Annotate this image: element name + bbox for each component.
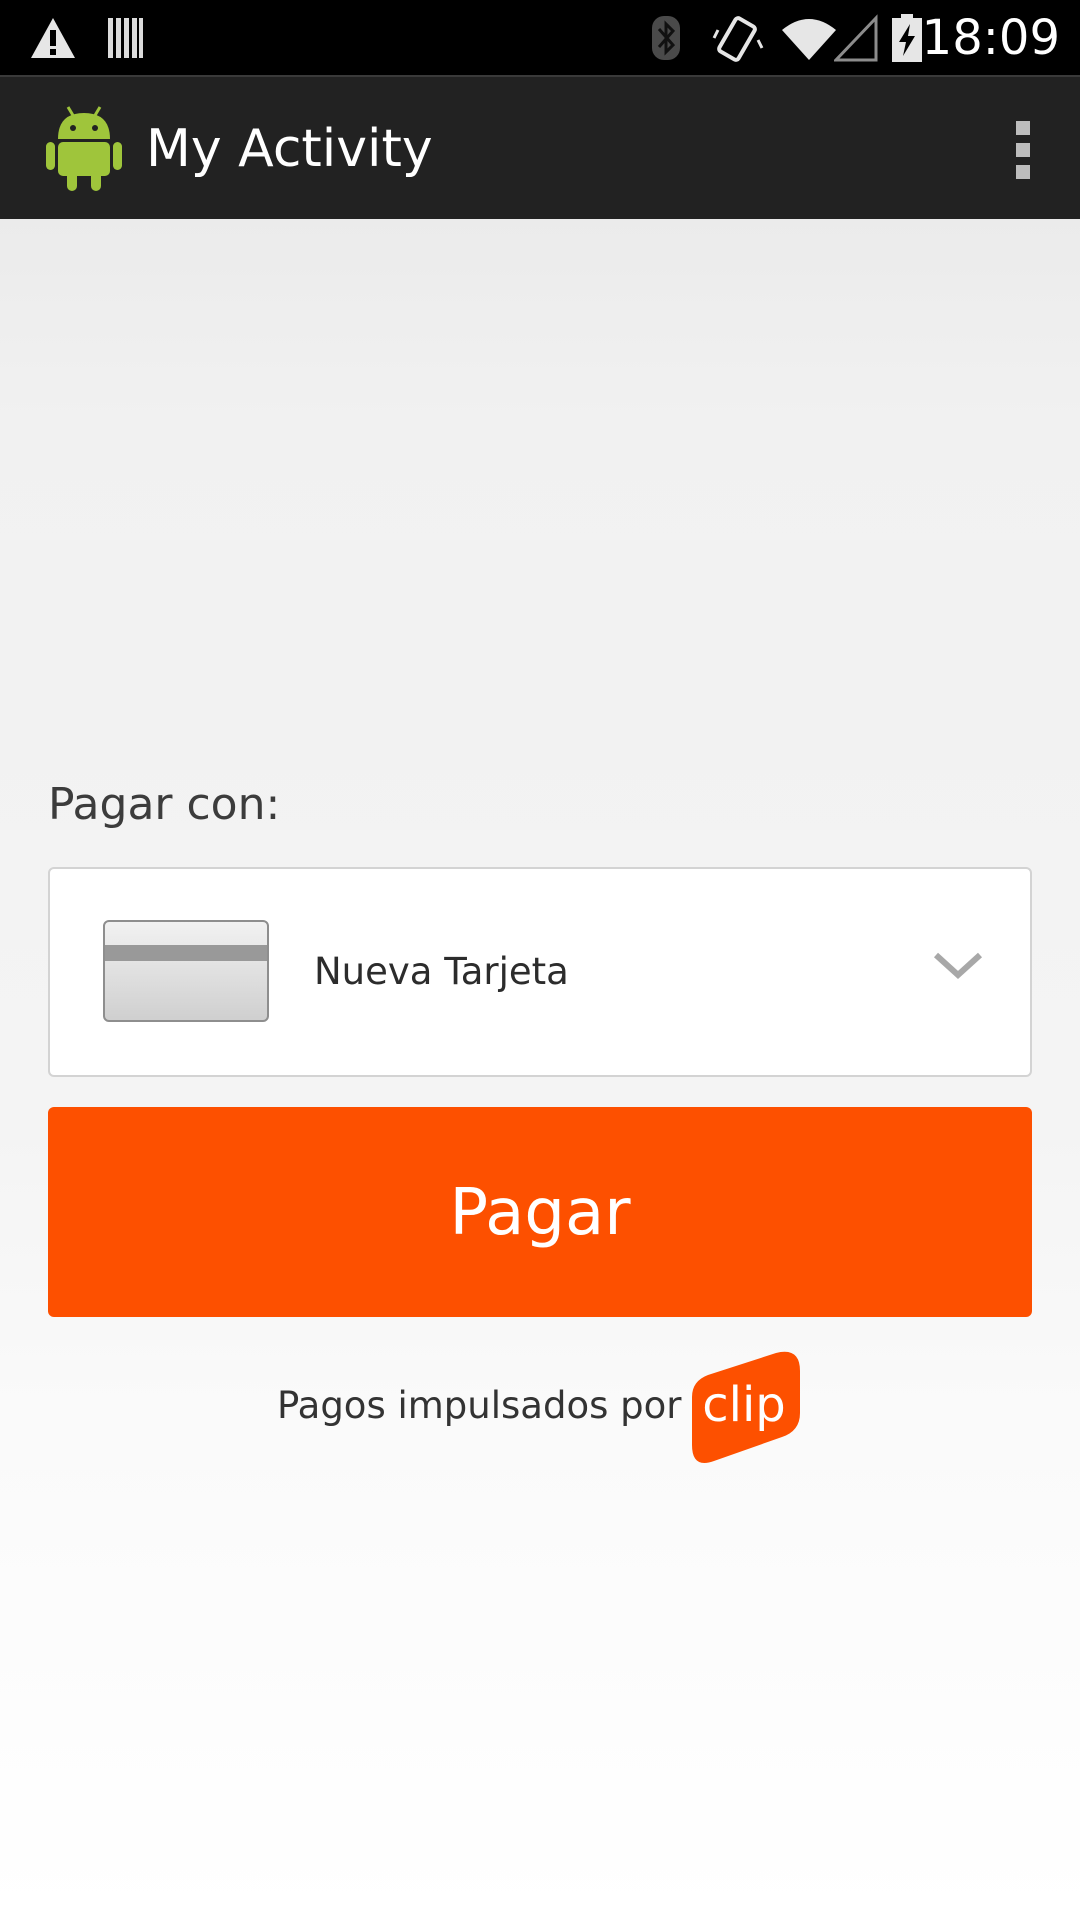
powered-by-text: Pagos impulsados por	[277, 1384, 682, 1427]
cell-signal-icon	[834, 14, 878, 62]
credit-card-icon	[103, 920, 269, 1022]
bluetooth-icon	[652, 16, 680, 60]
overflow-menu-icon[interactable]	[992, 107, 1052, 191]
android-robot-icon	[46, 106, 122, 191]
battery-charging-icon	[892, 14, 922, 62]
pay-button[interactable]: Pagar	[48, 1107, 1032, 1317]
clip-logo-text: clip	[702, 1377, 786, 1433]
app-title: My Activity	[146, 119, 433, 179]
warning-icon	[31, 18, 75, 58]
chevron-down-icon	[933, 952, 983, 980]
pay-with-label: Pagar con:	[48, 779, 281, 830]
status-time: 18:09	[921, 10, 1060, 66]
vibrate-icon	[712, 16, 764, 62]
selected-card-label: Nueva Tarjeta	[314, 950, 569, 993]
clip-logo: clip	[692, 1351, 800, 1463]
status-bar: 18:09	[0, 0, 1080, 75]
payment-content: Pagar con: Nueva Tarjeta Pagar Pagos imp…	[0, 219, 1080, 1920]
wifi-icon	[782, 19, 836, 60]
powered-by: Pagos impulsados por clip	[0, 1351, 1080, 1471]
action-bar: My Activity	[0, 75, 1080, 219]
barcode-icon	[108, 18, 143, 58]
card-selector-dropdown[interactable]: Nueva Tarjeta	[48, 867, 1032, 1077]
